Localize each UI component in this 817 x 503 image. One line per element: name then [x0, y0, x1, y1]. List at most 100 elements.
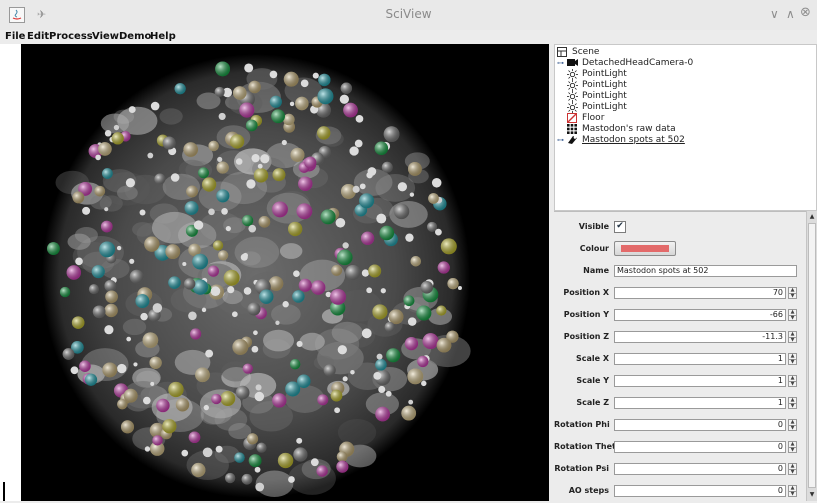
maximize-icon[interactable]: ∧	[786, 7, 795, 21]
cell-spot-shading	[253, 168, 269, 183]
spin-down-icon[interactable]: ▼	[789, 294, 796, 299]
scroll-up-icon[interactable]: ▲	[808, 213, 816, 221]
3d-viewport[interactable]	[21, 44, 549, 501]
menu-edit[interactable]: Edit	[27, 30, 49, 44]
position-x-spinner[interactable]: ▲ ▼	[788, 287, 797, 299]
cell-spot	[366, 287, 373, 294]
scroll-down-icon[interactable]: ▼	[808, 491, 816, 499]
spin-down-icon[interactable]: ▼	[789, 360, 796, 365]
spin-down-icon[interactable]: ▼	[789, 338, 796, 343]
left-gutter	[0, 44, 21, 501]
cell-spot-shading	[225, 472, 236, 484]
cell-spot	[126, 336, 132, 342]
tree-node[interactable]: PointLight	[557, 69, 627, 80]
cell-spot-shading	[258, 216, 271, 228]
tree-node[interactable]: PointLight	[557, 102, 627, 113]
rotation-psi-field[interactable]: 0	[614, 463, 786, 475]
properties-scrollbar[interactable]: ▲ ▼	[806, 211, 817, 501]
scale-y-field[interactable]: 1	[614, 375, 786, 387]
menu-process[interactable]: Process	[49, 30, 93, 44]
position-z-field[interactable]: -11.3	[614, 331, 786, 343]
cell-spot-shading	[268, 276, 284, 291]
cell-spot-shading	[381, 161, 393, 173]
tree-node[interactable]: Mastodon's raw data	[557, 124, 676, 135]
cell-spot	[152, 303, 163, 313]
cell-spot	[251, 154, 260, 163]
ao-steps-label: AO steps	[568, 486, 609, 495]
cell-spot	[143, 396, 151, 405]
ao-steps-spinner[interactable]: ▲ ▼	[788, 485, 797, 497]
cell-spot-shading	[230, 134, 245, 149]
scale-y-spinner[interactable]: ▲ ▼	[788, 375, 797, 387]
position-y-field[interactable]: -66	[614, 309, 786, 321]
spin-down-icon[interactable]: ▼	[789, 382, 796, 387]
scene-tree: Scene ⊶ DetachedHeadCamera-0 PointLight Poi…	[554, 44, 817, 211]
spin-down-icon[interactable]: ▼	[789, 316, 796, 321]
tree-node[interactable]: Floor	[557, 113, 604, 124]
tree-root-scene[interactable]: Scene	[557, 47, 599, 58]
menu-demo[interactable]: Demo	[119, 30, 151, 44]
spin-down-icon[interactable]: ▼	[789, 448, 796, 453]
close-icon[interactable]: ⊗	[800, 5, 811, 20]
menu-help[interactable]: Help	[150, 30, 176, 44]
spin-down-icon[interactable]: ▼	[789, 492, 796, 497]
tree-node[interactable]: PointLight	[557, 91, 627, 102]
cell-spot	[289, 101, 295, 107]
rotation-phi-field[interactable]: 0	[614, 419, 786, 431]
cell-spot-shading	[100, 220, 113, 233]
spin-down-icon[interactable]: ▼	[789, 404, 796, 409]
position-y-spinner[interactable]: ▲ ▼	[788, 309, 797, 321]
rotation-phi-spinner[interactable]: ▲ ▼	[788, 419, 797, 431]
cell-spot	[352, 185, 360, 193]
colour-picker-button[interactable]	[614, 241, 676, 256]
cell-spot-shading	[311, 280, 326, 295]
cell-spot-shading	[330, 389, 343, 402]
cell-spot-shading	[410, 255, 421, 267]
position-z-spinner[interactable]: ▲ ▼	[788, 331, 797, 343]
scale-z-label: Scale Z	[576, 398, 609, 407]
cell-spot	[150, 381, 155, 386]
cell-spot	[218, 112, 226, 120]
spin-down-icon[interactable]: ▼	[789, 470, 796, 475]
rotation-psi-spinner[interactable]: ▲ ▼	[788, 463, 797, 475]
name-field[interactable]: Mastodon spots at 502	[614, 265, 797, 277]
tree-node[interactable]: ⊶ DetachedHeadCamera-0	[557, 58, 693, 69]
cell-spot	[182, 261, 187, 267]
menu-file[interactable]: File	[5, 30, 25, 44]
cell-spot-shading	[111, 132, 124, 145]
menu-view[interactable]: View	[92, 30, 119, 44]
cell-spot-shading	[304, 156, 317, 169]
cell-spot	[405, 233, 414, 242]
tree-node[interactable]: ⊶ Mastodon spots at 502	[557, 135, 685, 146]
position-x-row: Position X 70 ▲ ▼	[554, 283, 806, 305]
cell-spot	[113, 124, 120, 131]
cell-spot-shading	[416, 305, 432, 321]
point-light-icon	[567, 102, 579, 113]
rotation-theta-spinner[interactable]: ▲ ▼	[788, 441, 797, 453]
expand-toggle-icon[interactable]: ⊶	[557, 135, 565, 146]
cell-spot-shading	[156, 398, 170, 413]
position-x-field[interactable]: 70	[614, 287, 786, 299]
scale-z-field[interactable]: 1	[614, 397, 786, 409]
name-label: Name	[583, 266, 609, 275]
cell-spot-shading	[71, 316, 85, 329]
tree-node[interactable]: PointLight	[557, 80, 627, 91]
visible-checkbox[interactable]: ✔	[614, 221, 626, 233]
scale-x-spinner[interactable]: ▲ ▼	[788, 353, 797, 365]
cell-blob	[159, 108, 183, 125]
scale-x-field[interactable]: 1	[614, 353, 786, 365]
ao-steps-field[interactable]: 0	[614, 485, 786, 497]
cell-spot	[75, 257, 83, 266]
cell-spot	[269, 70, 278, 79]
cell-spot-shading	[192, 279, 209, 295]
minimize-icon[interactable]: ∨	[770, 7, 779, 21]
scale-z-spinner[interactable]: ▲ ▼	[788, 397, 797, 409]
cell-spot	[240, 253, 248, 261]
tree-node-label: PointLight	[582, 69, 627, 79]
floor-icon	[567, 113, 579, 124]
cell-spot	[349, 146, 359, 156]
rotation-theta-field[interactable]: 0	[614, 441, 786, 453]
spin-down-icon[interactable]: ▼	[789, 426, 796, 431]
expand-toggle-icon[interactable]: ⊶	[557, 58, 565, 69]
scrollbar-thumb[interactable]	[808, 223, 816, 488]
